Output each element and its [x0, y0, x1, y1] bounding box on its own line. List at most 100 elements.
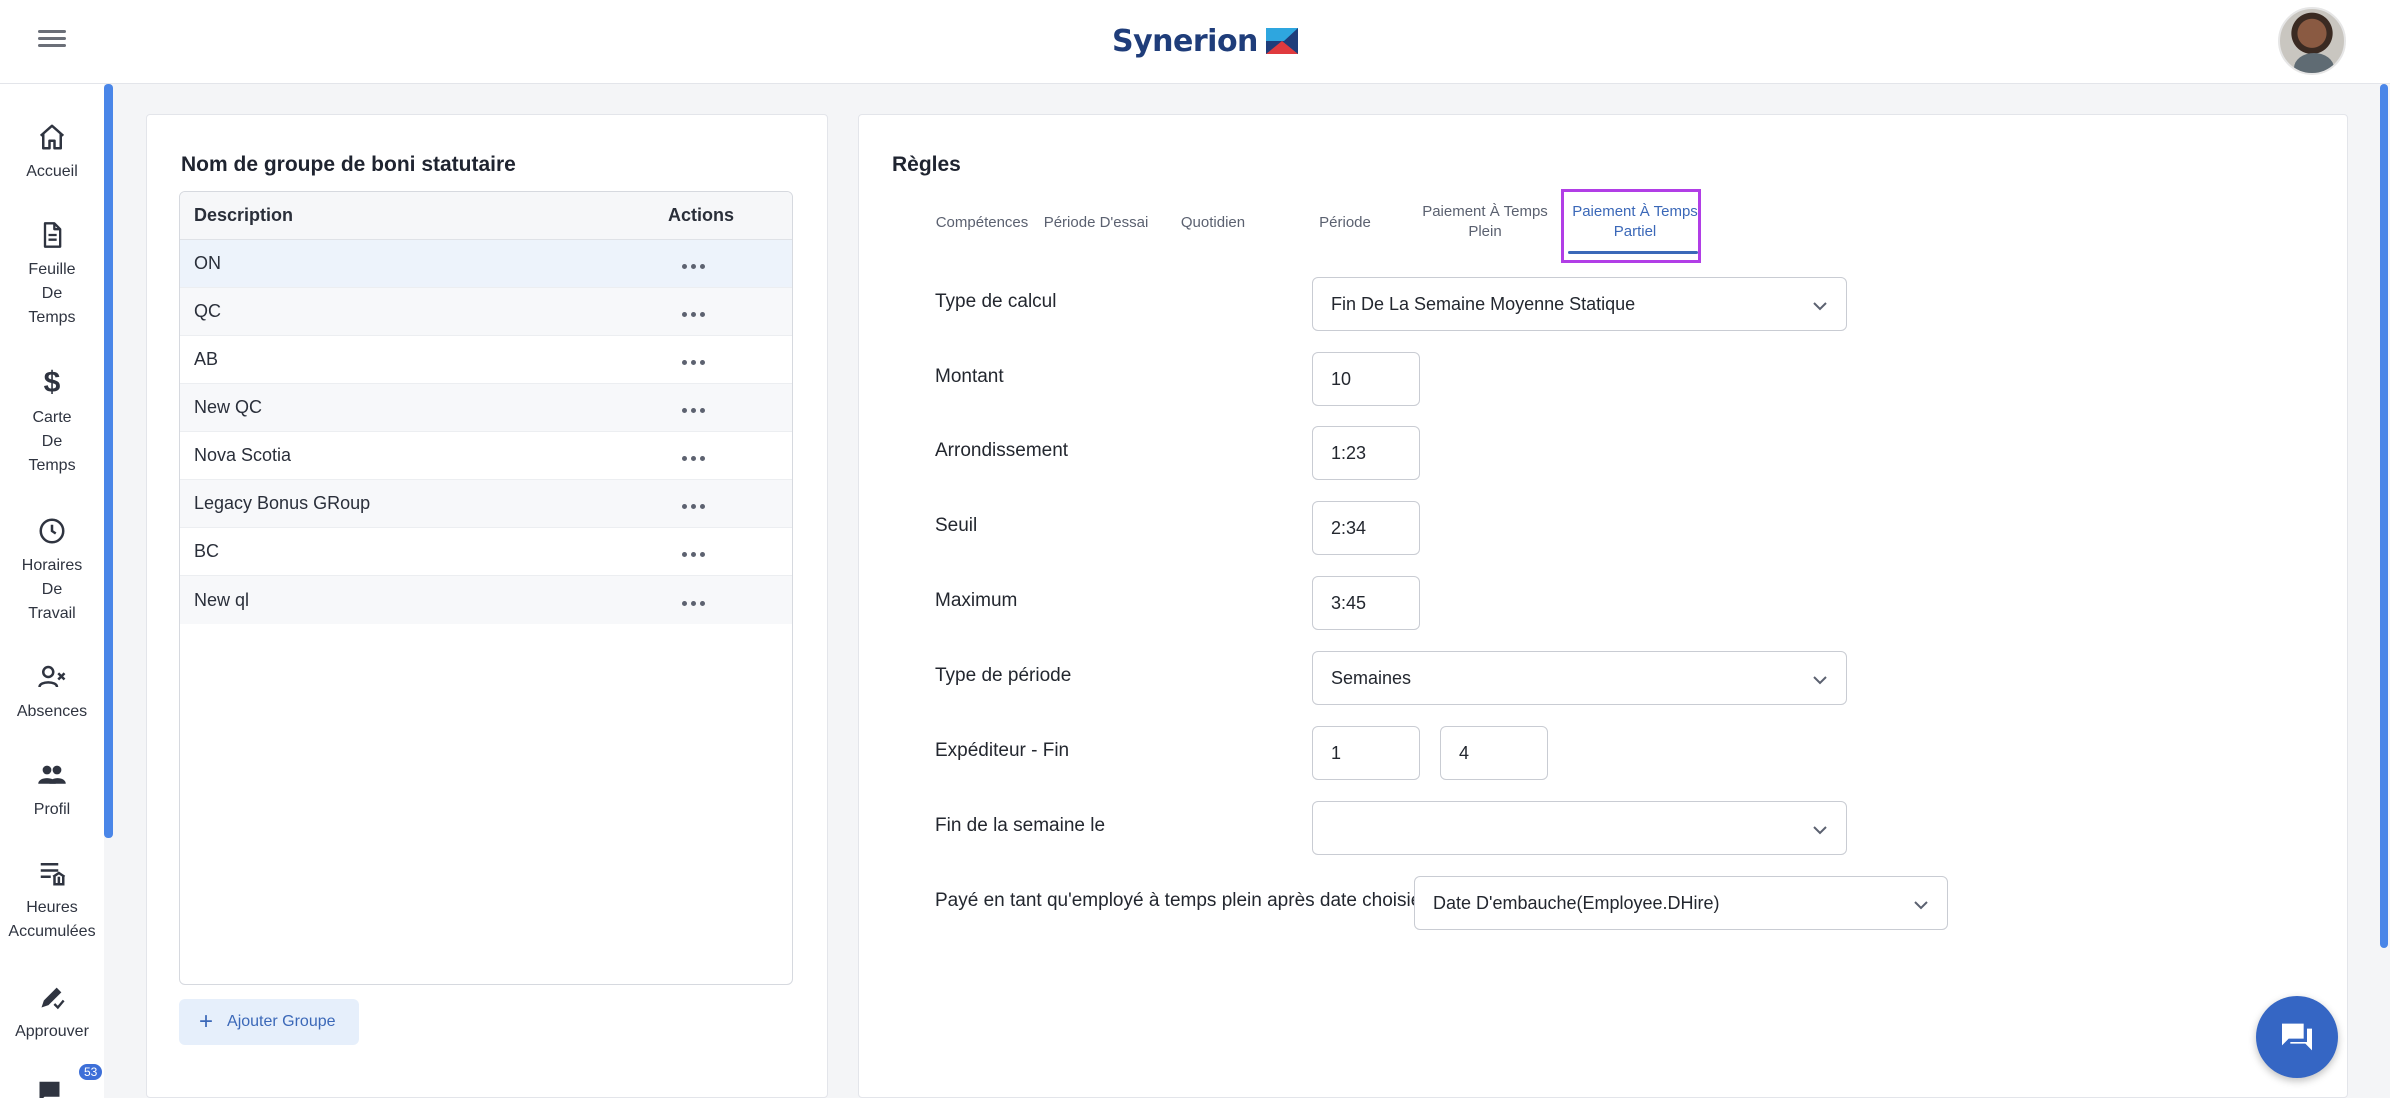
sender-value: 1: [1331, 742, 1342, 763]
row-description: AB: [194, 349, 219, 369]
home-icon: [37, 122, 67, 152]
table-row[interactable]: Nova Scotia: [180, 432, 792, 480]
more-actions-icon[interactable]: [678, 260, 709, 273]
sender-end-label: Expéditeur - Fin: [935, 740, 1070, 761]
person-x-icon: [37, 662, 67, 692]
threshold-value: 2:34: [1331, 517, 1367, 538]
sidebar-item-label: Feuille De Temps: [28, 261, 76, 326]
calc-type-label: Type de calcul: [935, 291, 1057, 312]
week-end-label: Fin de la semaine le: [935, 815, 1106, 836]
sidebar-item-carte-de-temps[interactable]: $ Carte De Temps: [0, 366, 104, 478]
synerion-flag-icon: [1265, 28, 1298, 54]
tab-periode-essai[interactable]: Période D'essai: [1037, 213, 1155, 233]
chat-button[interactable]: [2256, 996, 2338, 1078]
maximum-label: Maximum: [935, 590, 1018, 611]
more-actions-icon[interactable]: [678, 597, 709, 610]
more-actions-icon[interactable]: [678, 500, 709, 513]
sidebar-item-label: Approuver: [15, 1023, 89, 1040]
groups-panel: Nom de groupe de boni statutaire Descrip…: [146, 114, 828, 1098]
amount-label: Montant: [935, 366, 1004, 387]
row-description: Nova Scotia: [194, 445, 292, 465]
sidebar-item-label: Accueil: [26, 163, 78, 180]
threshold-input[interactable]: 2:34: [1312, 501, 1420, 555]
document-icon: [37, 220, 67, 250]
sidebar-item-approuver[interactable]: Approuver: [0, 982, 104, 1044]
chevron-down-icon: [1813, 302, 1827, 311]
plus-icon: +: [199, 1008, 214, 1035]
sidebar-item-accueil[interactable]: Accueil: [0, 122, 104, 184]
dollar-icon: $: [43, 366, 61, 399]
sidebar-item-heures-accumulees[interactable]: Heures Accumulées: [0, 858, 104, 944]
sender-input[interactable]: 1: [1312, 726, 1420, 780]
amount-input[interactable]: 10: [1312, 352, 1420, 406]
column-header-description: Description: [194, 205, 294, 225]
sidebar-item-label: Profil: [33, 801, 71, 818]
row-description: ON: [194, 253, 221, 273]
tab-paiement-temps-plein[interactable]: Paiement À Temps Plein: [1405, 202, 1565, 242]
clock-icon: [37, 516, 67, 546]
maximum-input[interactable]: 3:45: [1312, 576, 1420, 630]
sidebar-item-profil[interactable]: Profil: [0, 760, 104, 822]
rules-title: Règles: [892, 153, 961, 176]
column-header-actions: Actions: [668, 205, 735, 225]
add-group-button[interactable]: + Ajouter Groupe: [179, 999, 359, 1045]
more-actions-icon[interactable]: [678, 404, 709, 417]
amount-value: 10: [1331, 368, 1352, 389]
end-input[interactable]: 4: [1440, 726, 1548, 780]
sidebar-item-messages[interactable]: 53: [0, 1062, 105, 1098]
sidebar-item-label: Horaires De Travail: [21, 557, 83, 622]
paid-after-select[interactable]: Date D'embauche(Employee.DHire): [1414, 876, 1948, 930]
end-value: 4: [1459, 742, 1470, 763]
table-row[interactable]: QC: [180, 288, 792, 336]
threshold-label: Seuil: [935, 515, 978, 536]
table-row[interactable]: Legacy Bonus GRoup: [180, 480, 792, 528]
people-icon: [37, 760, 67, 790]
table-row[interactable]: ON: [180, 240, 792, 288]
notification-badge: 53: [77, 1062, 105, 1082]
tab-periode[interactable]: Période: [1295, 213, 1395, 233]
tab-competences[interactable]: Compétences: [923, 213, 1041, 233]
rounding-input[interactable]: 1:23: [1312, 426, 1420, 480]
table-row[interactable]: New ql: [180, 576, 792, 624]
table-row[interactable]: New QC: [180, 384, 792, 432]
chevron-down-icon: [1813, 676, 1827, 685]
row-description: Legacy Bonus GRoup: [194, 493, 371, 513]
row-description: New QC: [194, 397, 263, 417]
calc-type-value: Fin De La Semaine Moyenne Statique: [1331, 293, 1636, 314]
rounding-label: Arrondissement: [935, 440, 1069, 461]
chat-icon: [2282, 1023, 2312, 1051]
user-avatar[interactable]: [2278, 7, 2346, 75]
groups-table: Description Actions ON QC AB New QC Nova…: [179, 191, 793, 985]
message-icon: 53: [37, 1062, 105, 1098]
sidebar-item-feuille-de-temps[interactable]: Feuille De Temps: [0, 220, 104, 330]
week-end-select[interactable]: [1312, 801, 1847, 855]
page-scrollbar[interactable]: [2380, 84, 2388, 948]
top-bar: Synerion: [0, 0, 2390, 84]
sidebar-scrollbar[interactable]: [104, 84, 113, 838]
calc-type-select[interactable]: Fin De La Semaine Moyenne Statique: [1312, 277, 1847, 331]
add-group-label: Ajouter Groupe: [227, 1013, 336, 1030]
period-type-value: Semaines: [1331, 667, 1412, 688]
maximum-value: 3:45: [1331, 592, 1367, 613]
chevron-down-icon: [1813, 826, 1827, 835]
table-row[interactable]: AB: [180, 336, 792, 384]
tab-quotidien[interactable]: Quotidien: [1163, 213, 1263, 233]
more-actions-icon[interactable]: [678, 548, 709, 561]
row-description: BC: [194, 541, 220, 561]
period-type-label: Type de période: [935, 665, 1072, 686]
groups-title: Nom de groupe de boni statutaire: [181, 153, 516, 176]
sidebar-item-absences[interactable]: Absences: [0, 662, 104, 724]
table-row[interactable]: BC: [180, 528, 792, 576]
more-actions-icon[interactable]: [678, 452, 709, 465]
accrual-icon: [37, 858, 67, 888]
more-actions-icon[interactable]: [678, 356, 709, 369]
paid-after-value: Date D'embauche(Employee.DHire): [1433, 892, 1720, 913]
hamburger-menu-icon[interactable]: [36, 26, 68, 58]
row-description: QC: [194, 301, 221, 321]
more-actions-icon[interactable]: [678, 308, 709, 321]
sidebar-item-label: Carte De Temps: [28, 409, 76, 474]
chevron-down-icon: [1914, 901, 1928, 910]
period-type-select[interactable]: Semaines: [1312, 651, 1847, 705]
sidebar-item-horaires-de-travail[interactable]: Horaires De Travail: [0, 516, 104, 626]
table-header: Description Actions: [180, 192, 792, 240]
